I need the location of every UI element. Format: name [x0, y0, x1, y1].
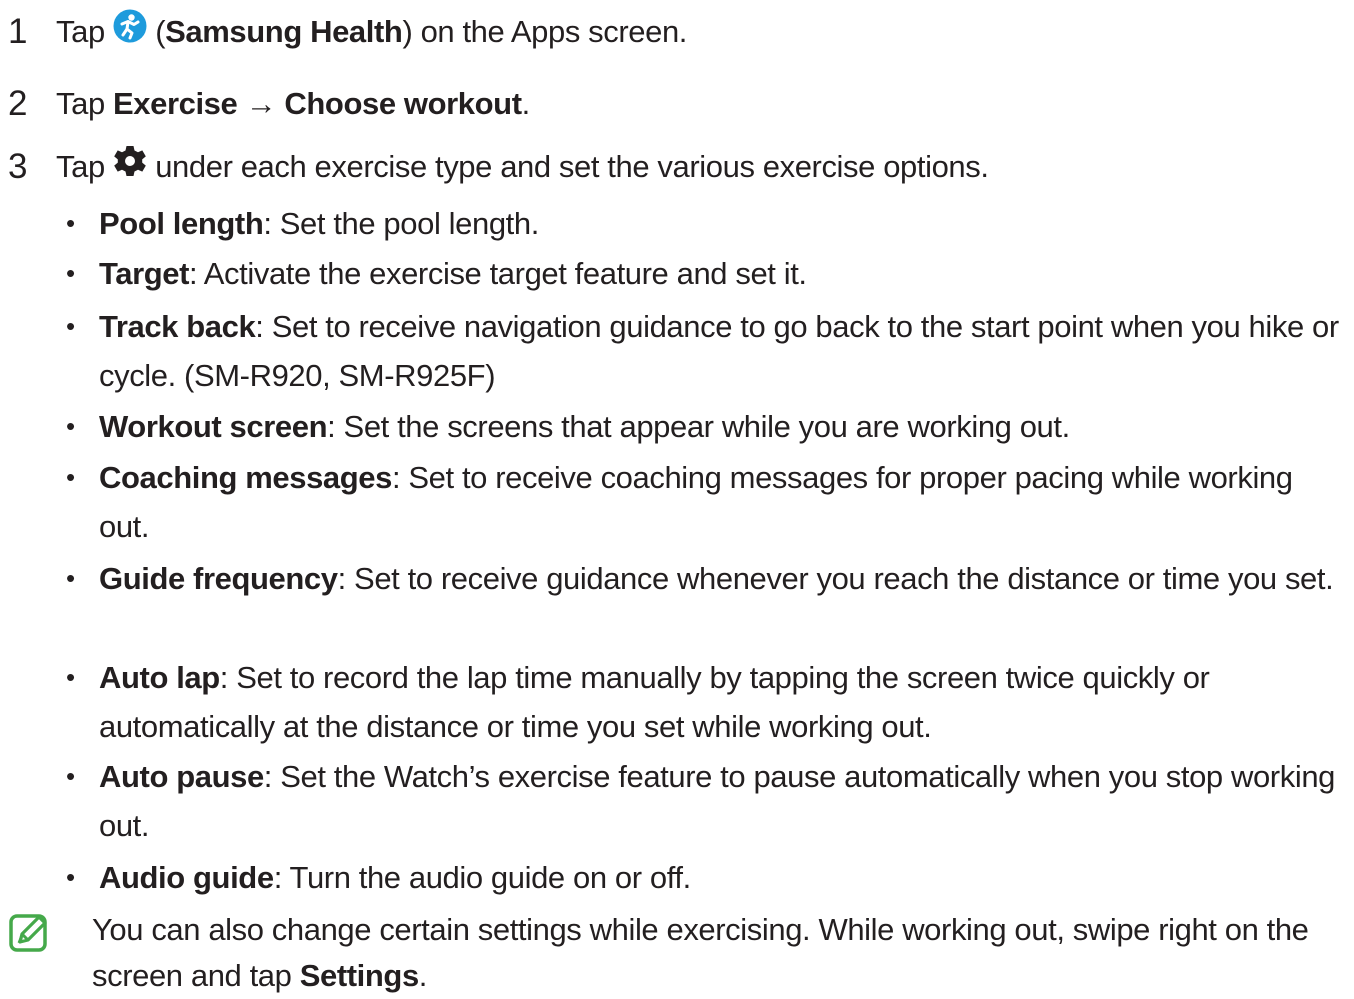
- step-text: Tap (Samsung Health) on the Apps screen.: [56, 9, 687, 56]
- option-description: : Set to receive navigation guidance to …: [99, 309, 1339, 393]
- option-label: Guide frequency: [99, 561, 338, 596]
- menu-choose-workout: Choose workout: [284, 86, 522, 121]
- option-description: : Set the pool length.: [263, 206, 539, 241]
- app-name: Samsung Health: [165, 14, 403, 50]
- step-text: Tap Exercise → Choose workout.: [56, 84, 530, 124]
- step-text-after: ) on the Apps screen.: [402, 14, 687, 50]
- step-text: Tap under each exercise type and set the…: [56, 145, 989, 190]
- list-item-text: Auto lap: Set to record the lap time man…: [99, 653, 1349, 751]
- step-number: 2: [8, 84, 28, 123]
- list-item-text: Auto pause: Set the Watch’s exercise fea…: [99, 752, 1349, 850]
- gear-icon: [113, 145, 147, 187]
- option-label: Pool length: [99, 206, 264, 241]
- step-text-before: Tap: [56, 149, 113, 184]
- option-description: : Set to receive guidance whenever you r…: [337, 561, 1334, 596]
- list-item-text: Target: Activate the exercise target fea…: [99, 249, 1349, 298]
- option-description: : Set the Watch’s exercise feature to pa…: [99, 759, 1335, 843]
- step-number: 3: [8, 147, 28, 186]
- option-description: : Set the screens that appear while you …: [327, 409, 1070, 444]
- samsung-health-app-icon: [113, 9, 147, 53]
- note-end: .: [418, 958, 428, 993]
- list-item-text: Guide frequency: Set to receive guidance…: [99, 554, 1349, 603]
- manual-page: 1 Tap (Samsung Health) on the Apps scree…: [0, 0, 1354, 994]
- option-label: Workout screen: [99, 409, 328, 444]
- step-text-paren: (: [147, 14, 166, 50]
- step-text-after: .: [521, 86, 531, 121]
- note-body: You can also change certain settings whi…: [92, 912, 1309, 993]
- step-text-before: Tap: [56, 86, 113, 121]
- settings-label: Settings: [299, 958, 419, 993]
- option-description: : Turn the audio guide on or off.: [273, 860, 691, 895]
- bullet: •: [66, 862, 75, 892]
- bullet: •: [66, 662, 75, 692]
- bullet: •: [66, 411, 75, 441]
- step-text-after: under each exercise type and set the var…: [147, 149, 989, 184]
- option-label: Track back: [99, 309, 256, 344]
- note-pencil-icon: [8, 913, 54, 966]
- list-item-text: Coaching messages: Set to receive coachi…: [99, 453, 1349, 551]
- option-label: Auto pause: [99, 759, 264, 794]
- step-text-before: Tap: [56, 14, 113, 50]
- list-item-text: Audio guide: Turn the audio guide on or …: [99, 853, 1349, 902]
- note-text: You can also change certain settings whi…: [92, 907, 1352, 999]
- list-item-text: Workout screen: Set the screens that app…: [99, 402, 1349, 451]
- option-label: Auto lap: [99, 660, 220, 695]
- bullet: •: [66, 258, 75, 288]
- bullet: •: [66, 563, 75, 593]
- bullet: •: [66, 311, 75, 341]
- step-number: 1: [8, 12, 28, 51]
- menu-exercise: Exercise: [113, 86, 238, 121]
- option-label: Target: [99, 256, 190, 291]
- option-description: : Set to record the lap time manually by…: [99, 660, 1210, 744]
- bullet: •: [66, 761, 75, 791]
- option-description: : Activate the exercise target feature a…: [189, 256, 807, 291]
- arrow: →: [237, 86, 285, 121]
- bullet: •: [66, 462, 75, 492]
- list-item-text: Track back: Set to receive navigation gu…: [99, 302, 1349, 400]
- option-label: Audio guide: [99, 860, 274, 895]
- list-item-text: Pool length: Set the pool length.: [99, 199, 1349, 248]
- option-label: Coaching messages: [99, 460, 392, 495]
- bullet: •: [66, 208, 75, 238]
